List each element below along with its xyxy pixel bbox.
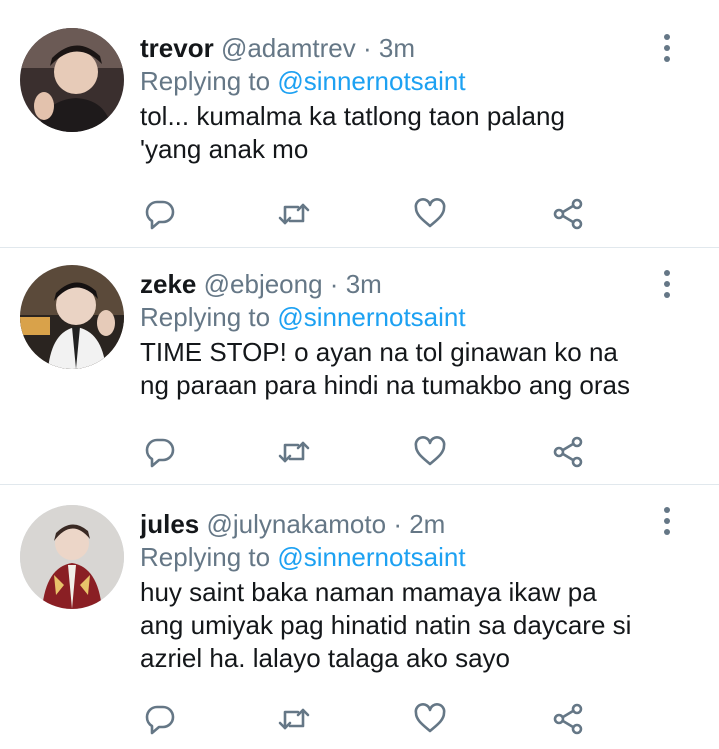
share-icon xyxy=(553,198,583,230)
replying-to-mention[interactable]: @sinnernotsaint xyxy=(277,542,465,572)
more-vertical-icon[interactable] xyxy=(659,505,675,537)
avatar-photo xyxy=(20,265,124,369)
replying-prefix: Replying to xyxy=(140,302,271,332)
heart-icon xyxy=(414,198,446,228)
retweet-button[interactable] xyxy=(274,196,314,232)
tweet-text-line: 'yang anak mo xyxy=(140,134,309,164)
timestamp[interactable]: 3m xyxy=(346,269,382,299)
replying-to-line: Replying to @sinnernotsaint xyxy=(140,540,659,574)
separator-dot: · xyxy=(329,269,339,299)
tweet-text-line: huy saint baka naman mamaya ikaw pa xyxy=(140,577,597,607)
avatar[interactable] xyxy=(20,28,124,132)
user-handle[interactable]: @ebjeong xyxy=(204,269,323,299)
tweet-content: trevor @adamtrev · 3m Replying to @sinne… xyxy=(140,32,659,166)
retweet-icon xyxy=(278,708,310,730)
tweet-text-line: ang umiyak pag hinatid natin sa daycare … xyxy=(140,610,632,640)
tweet-card[interactable]: trevor @adamtrev · 3m Replying to @sinne… xyxy=(0,0,719,248)
reply-icon xyxy=(145,200,175,230)
retweet-button[interactable] xyxy=(274,434,314,470)
tweet-text-line: azriel ha. lalayo talaga ako sayo xyxy=(140,643,511,673)
reply-icon xyxy=(145,705,175,735)
tweet-actions xyxy=(140,434,600,470)
more-vertical-icon[interactable] xyxy=(659,32,675,64)
like-button[interactable] xyxy=(410,701,450,737)
replying-prefix: Replying to xyxy=(140,66,271,96)
tweet-content: jules @julynakamoto · 2m Replying to @si… xyxy=(140,508,659,675)
like-button[interactable] xyxy=(410,434,450,470)
heart-icon xyxy=(414,436,446,466)
user-handle[interactable]: @adamtrev xyxy=(221,33,356,63)
separator-dot: · xyxy=(393,509,402,539)
tweet-card[interactable]: jules @julynakamoto · 2m Replying to @si… xyxy=(0,485,719,749)
replying-to-mention[interactable]: @sinnernotsaint xyxy=(277,302,465,332)
timestamp[interactable]: 2m xyxy=(409,509,445,539)
tweet-actions xyxy=(140,701,600,737)
user-handle[interactable]: @julynakamoto xyxy=(206,509,386,539)
tweet-content: zeke @ebjeong · 3m Replying to @sinnerno… xyxy=(140,268,659,402)
tweet-text-line: tol... kumalma ka tatlong taon palang xyxy=(140,101,565,131)
display-name[interactable]: jules xyxy=(140,509,199,539)
tweet-text: tol... kumalma ka tatlong taon palang 'y… xyxy=(140,100,659,166)
share-button[interactable] xyxy=(548,196,588,232)
retweet-icon xyxy=(278,203,310,225)
tweet-text: TIME STOP! o ayan na tol ginawan ko na n… xyxy=(140,336,659,402)
avatar-photo xyxy=(20,505,124,609)
timestamp[interactable]: 3m xyxy=(379,33,415,63)
avatar[interactable] xyxy=(20,505,124,609)
replying-to-mention[interactable]: @sinnernotsaint xyxy=(277,66,465,96)
tweet-text: huy saint baka naman mamaya ikaw pa ang … xyxy=(140,576,659,675)
reply-icon xyxy=(145,438,175,468)
replying-to-line: Replying to @sinnernotsaint xyxy=(140,64,659,98)
tweet-text-line: ng paraan para hindi na tumakbo ang oras xyxy=(140,370,631,400)
more-vertical-icon[interactable] xyxy=(659,268,675,300)
share-icon xyxy=(553,703,583,735)
tweet-header: trevor @adamtrev · 3m xyxy=(140,32,659,64)
share-button[interactable] xyxy=(548,701,588,737)
tweet-header: zeke @ebjeong · 3m xyxy=(140,268,659,300)
like-button[interactable] xyxy=(410,196,450,232)
replying-prefix: Replying to xyxy=(140,542,271,572)
tweet-actions xyxy=(140,196,600,232)
avatar-photo xyxy=(20,28,124,132)
separator-dot: · xyxy=(362,33,372,63)
share-icon xyxy=(553,436,583,468)
replying-to-line: Replying to @sinnernotsaint xyxy=(140,300,659,334)
tweet-text-line: TIME STOP! o ayan na tol ginawan ko na xyxy=(140,337,618,367)
heart-icon xyxy=(414,703,446,733)
display-name[interactable]: zeke xyxy=(140,269,196,299)
share-button[interactable] xyxy=(548,434,588,470)
reply-button[interactable] xyxy=(140,701,180,737)
reply-feed: trevor @adamtrev · 3m Replying to @sinne… xyxy=(0,0,719,749)
reply-button[interactable] xyxy=(140,196,180,232)
avatar[interactable] xyxy=(20,265,124,369)
reply-button[interactable] xyxy=(140,434,180,470)
retweet-button[interactable] xyxy=(274,701,314,737)
tweet-header: jules @julynakamoto · 2m xyxy=(140,508,659,540)
retweet-icon xyxy=(278,441,310,463)
display-name[interactable]: trevor xyxy=(140,33,214,63)
tweet-card[interactable]: zeke @ebjeong · 3m Replying to @sinnerno… xyxy=(0,248,719,485)
